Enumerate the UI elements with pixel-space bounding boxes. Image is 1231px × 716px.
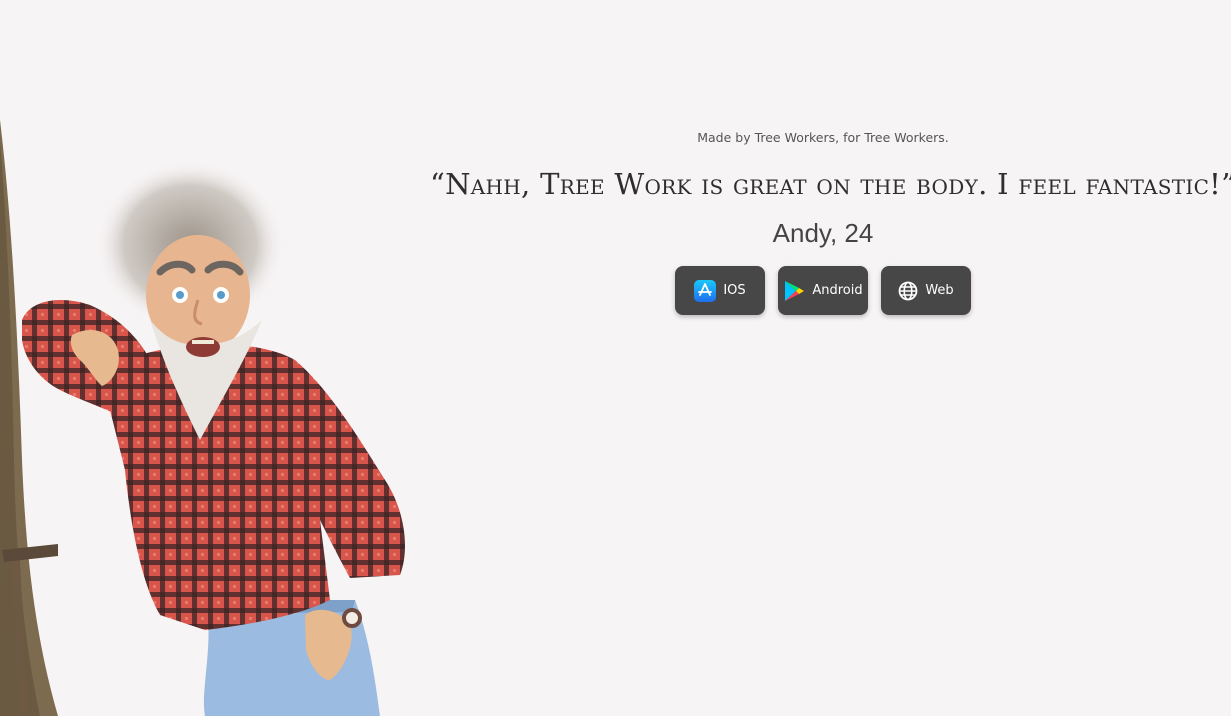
- plaid-shirt: [110, 344, 405, 630]
- google-play-icon: [785, 280, 805, 301]
- app-store-icon: [694, 279, 717, 302]
- testimonial-quote: “Nahh, Tree Work is great on the body. I…: [430, 167, 1231, 201]
- android-button-label: Android: [812, 283, 863, 298]
- tagline: Made by Tree Workers, for Tree Workers.: [697, 130, 949, 145]
- hero-section: Made by Tree Workers, for Tree Workers. …: [430, 128, 1231, 315]
- android-button[interactable]: Android: [778, 266, 868, 315]
- ios-button-label: IOS: [723, 283, 746, 298]
- testimonial-attribution: Andy, 24: [772, 218, 874, 248]
- wristwatch: [342, 608, 362, 628]
- web-button-label: Web: [925, 283, 954, 298]
- landing-page: Made by Tree Workers, for Tree Workers. …: [0, 0, 1231, 716]
- globe-icon: [898, 281, 918, 300]
- tree-worker-illustration: [0, 120, 405, 716]
- platform-buttons: IOS Android Web: [430, 266, 1216, 315]
- ios-button[interactable]: IOS: [675, 266, 765, 315]
- web-button[interactable]: Web: [881, 266, 971, 315]
